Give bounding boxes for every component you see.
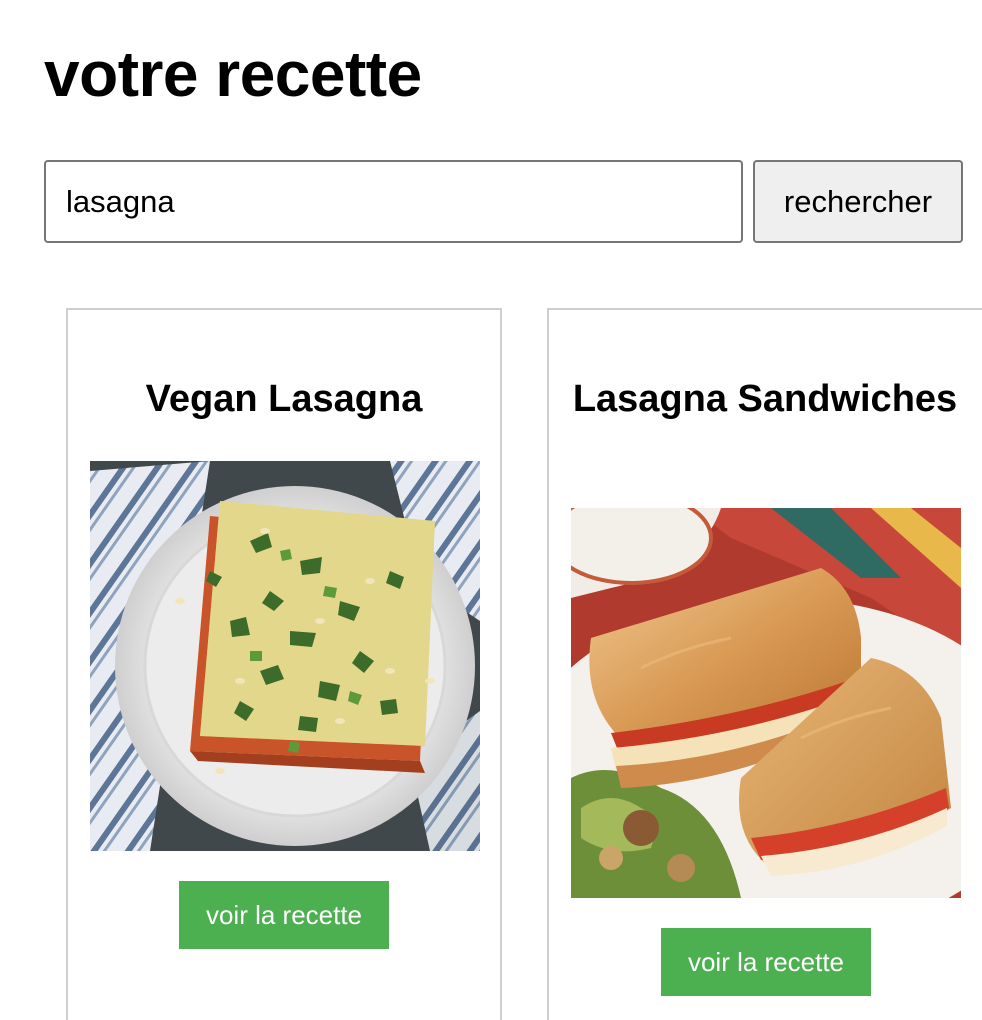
search-bar: rechercher [44, 160, 963, 243]
sandwich-illustration [571, 508, 961, 898]
recipe-card: Lasagna Sandwiches voir la recette [547, 308, 982, 1020]
search-button[interactable]: rechercher [753, 160, 963, 243]
view-recipe-button[interactable]: voir la recette [661, 928, 871, 996]
recipe-search-page: votre recette rechercher Vegan Lasagna [0, 0, 982, 1020]
grilled-sandwich-photo [571, 508, 961, 898]
recipe-title: Lasagna Sandwiches [572, 378, 958, 420]
lasagna-plate-photo [90, 461, 480, 851]
page-title: votre recette [44, 38, 422, 110]
recipe-title: Vegan Lasagna [145, 378, 423, 420]
view-recipe-button[interactable]: voir la recette [179, 881, 389, 949]
search-input[interactable] [44, 160, 743, 243]
recipe-card: Vegan Lasagna voir la recette [66, 308, 502, 1020]
lasagna-plate-illustration [90, 461, 480, 851]
